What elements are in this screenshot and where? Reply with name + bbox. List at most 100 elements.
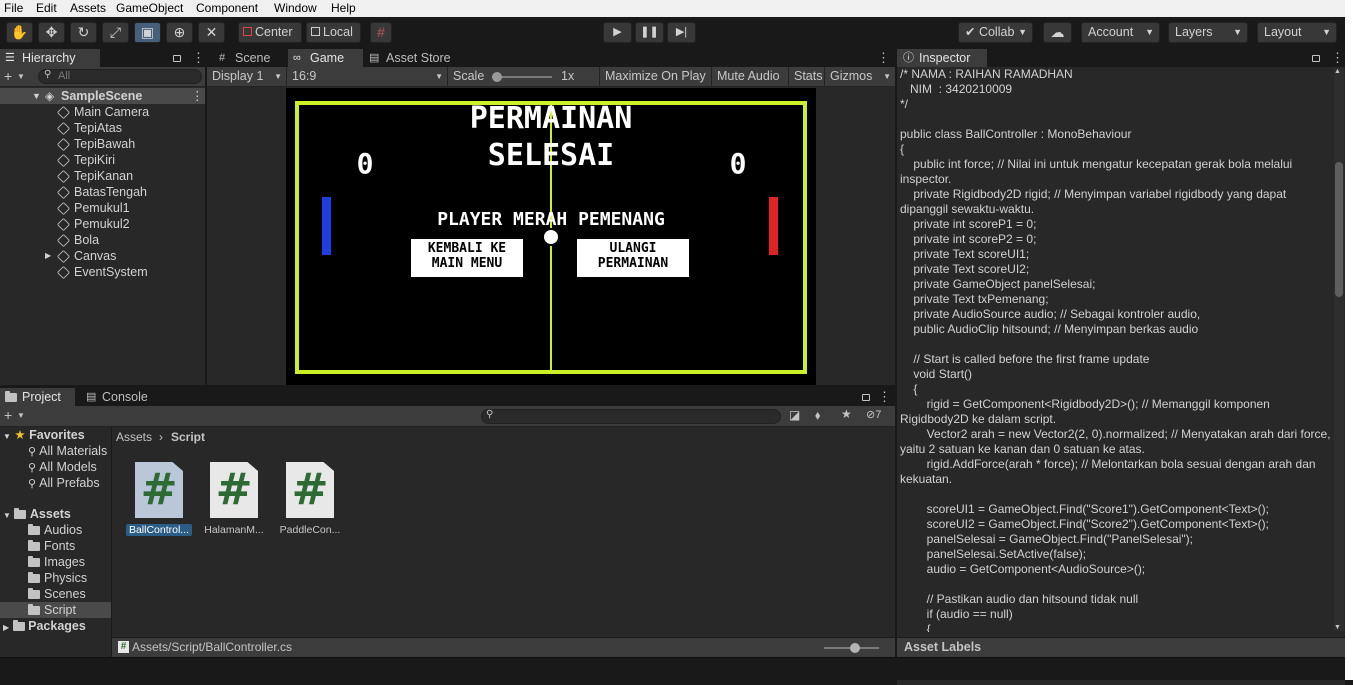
hierarchy-item-bola[interactable]: Bola xyxy=(0,232,205,248)
hierarchy-item-tepibawah[interactable]: TepiBawah xyxy=(0,136,205,152)
gizmos-dropdown[interactable]: Gizmos ▼ xyxy=(825,67,895,86)
star-icon[interactable]: ★ xyxy=(841,407,852,421)
more-icon[interactable]: ⋮ xyxy=(191,88,204,104)
breadcrumb-script[interactable]: Script xyxy=(171,430,205,444)
inspector-scrollbar[interactable]: ▲ ▼ xyxy=(1334,68,1344,631)
scrollbar-thumb[interactable] xyxy=(1335,162,1343,297)
hierarchy-item-tepikiri[interactable]: TepiKiri xyxy=(0,152,205,168)
menu-edit[interactable]: Edit xyxy=(36,1,57,15)
menu-window[interactable]: Window xyxy=(274,1,317,15)
tab-scene[interactable]: # Scene xyxy=(213,49,287,67)
hand-tool-button[interactable]: ✋ xyxy=(6,22,33,43)
display-dropdown[interactable]: Display 1 ▼ xyxy=(207,67,287,86)
hierarchy-item-canvas[interactable]: ▶ Canvas xyxy=(0,248,205,264)
menu-help[interactable]: Help xyxy=(331,1,356,15)
tab-game[interactable]: ∞ Game xyxy=(288,49,363,67)
filter-by-label-icon[interactable]: ⬧ xyxy=(815,408,820,423)
rect-tool-button[interactable]: ▣ xyxy=(134,22,161,43)
menu-component[interactable]: Component xyxy=(196,1,258,15)
tab-asset-store[interactable]: ▤ Asset Store xyxy=(364,49,464,67)
folder-fonts[interactable]: Fonts xyxy=(0,538,111,554)
move-tool-button[interactable]: ✥ xyxy=(38,22,65,43)
hierarchy-search-input[interactable]: ⚲ All xyxy=(38,69,202,84)
hierarchy-item-eventsystem[interactable]: EventSystem xyxy=(0,264,205,280)
folder-audios[interactable]: Audios xyxy=(0,522,111,538)
aspect-dropdown[interactable]: 16:9 ▼ xyxy=(287,67,448,86)
more-icon[interactable]: ⋮ xyxy=(192,51,205,64)
file-halaman-menu[interactable]: # HalamanM... xyxy=(201,462,267,536)
layers-dropdown[interactable]: Layers ▼ xyxy=(1168,22,1248,43)
packages-header[interactable]: ▶ Packages xyxy=(3,618,86,634)
hierarchy-item-pemukul1[interactable]: Pemukul1 xyxy=(0,200,205,216)
assets-header[interactable]: ▼ Assets xyxy=(3,506,71,522)
favorites-header[interactable]: ▼ ★ Favorites xyxy=(3,427,85,443)
folder-images[interactable]: Images xyxy=(0,554,111,570)
rotate-tool-button[interactable]: ↻ xyxy=(70,22,97,43)
tab-console-label: Console xyxy=(102,390,148,404)
more-icon[interactable]: ⋮ xyxy=(1331,51,1344,64)
chevron-right-icon[interactable]: ▶ xyxy=(45,248,51,264)
menu-file[interactable]: File xyxy=(4,1,23,15)
folder-script[interactable]: Script xyxy=(0,602,111,618)
hierarchy-item-main-camera[interactable]: Main Camera xyxy=(0,104,205,120)
more-icon[interactable]: ⋮ xyxy=(877,51,890,64)
chevron-down-icon[interactable]: ▼ xyxy=(17,72,25,81)
back-to-main-menu-button[interactable]: KEMBALI KE MAIN MENU xyxy=(411,239,523,277)
tab-console[interactable]: ▤ Console xyxy=(80,388,160,406)
step-button[interactable]: ▶| xyxy=(667,22,696,43)
add-icon[interactable]: + xyxy=(4,68,12,84)
scale-tool-button[interactable]: ⤢ xyxy=(102,22,129,43)
project-search-input[interactable]: ⚲ xyxy=(481,409,781,424)
hierarchy-item-batastengah[interactable]: BatasTengah xyxy=(0,184,205,200)
filter-by-type-icon[interactable]: ◪ xyxy=(789,408,800,422)
chevron-down-icon[interactable]: ▼ xyxy=(17,411,25,420)
file-ball-controller[interactable]: # BallControl... xyxy=(126,462,192,536)
winner-text: PLAYER MERAH PEMENANG xyxy=(437,209,665,230)
hierarchy-item-tepikanan[interactable]: TepiKanan xyxy=(0,168,205,184)
add-icon[interactable]: + xyxy=(4,407,12,423)
maximize-toggle[interactable]: Maximize On Play xyxy=(600,67,712,86)
pause-button[interactable]: ❚❚ xyxy=(635,22,664,43)
pivot-local-button[interactable]: Local xyxy=(306,22,361,43)
grid-snap-button[interactable]: # xyxy=(370,22,392,43)
scene-row[interactable]: ▼ ◈ SampleScene ⋮ xyxy=(0,88,205,104)
layout-dropdown[interactable]: Layout ▼ xyxy=(1257,22,1337,43)
asset-labels-header[interactable]: Asset Labels xyxy=(897,637,1345,657)
breadcrumb-assets[interactable]: Assets xyxy=(116,430,152,444)
tab-inspector[interactable]: ⓘ Inspector xyxy=(897,49,987,67)
lock-icon[interactable] xyxy=(173,55,181,62)
scale-slider-handle[interactable] xyxy=(492,72,502,82)
mute-audio-toggle[interactable]: Mute Audio xyxy=(712,67,789,86)
hierarchy-item-tepiatas[interactable]: TepiAtas xyxy=(0,120,205,136)
more-icon[interactable]: ⋮ xyxy=(878,390,891,403)
account-dropdown[interactable]: Account ▼ xyxy=(1081,22,1160,43)
chevron-down-icon[interactable]: ▼ xyxy=(1334,624,1341,631)
menu-assets[interactable]: Assets xyxy=(70,1,106,15)
folder-scenes[interactable]: Scenes xyxy=(0,586,111,602)
lock-icon[interactable] xyxy=(862,394,870,401)
lock-icon[interactable] xyxy=(1312,55,1320,62)
tab-hierarchy[interactable]: ☰ Hierarchy xyxy=(0,49,100,67)
favorite-all-prefabs[interactable]: ⚲ All Prefabs xyxy=(28,475,100,491)
game-viewport[interactable]: PERMAINAN SELESAI 0 0 PLAYER MERAH PEMEN… xyxy=(286,88,816,385)
play-button[interactable]: ▶ xyxy=(603,22,632,43)
favorite-all-materials[interactable]: ⚲ All Materials xyxy=(28,443,107,459)
transform-tool-button[interactable]: ⊕ xyxy=(166,22,193,43)
file-paddle-controller[interactable]: # PaddleCon... xyxy=(277,462,343,536)
folder-physics[interactable]: Physics xyxy=(0,570,111,586)
tab-project[interactable]: Project xyxy=(0,388,75,406)
hierarchy-item-pemukul2[interactable]: Pemukul2 xyxy=(0,216,205,232)
retry-button[interactable]: ULANGI PERMAINAN xyxy=(577,239,689,277)
cloud-button[interactable]: ☁ xyxy=(1043,22,1072,43)
collab-dropdown[interactable]: ✔ Collab ▼ xyxy=(958,22,1033,43)
project-splitter[interactable] xyxy=(111,427,112,657)
favorite-all-models[interactable]: ⚲ All Models xyxy=(28,459,97,475)
hidden-packages-toggle[interactable]: ⊘7 xyxy=(866,408,881,421)
custom-tool-button[interactable]: ✕ xyxy=(198,22,225,43)
chevron-down-icon[interactable]: ▼ xyxy=(32,88,41,104)
icon-size-slider-handle[interactable] xyxy=(850,643,860,653)
chevron-up-icon[interactable]: ▲ xyxy=(1334,68,1341,75)
menu-gameobject[interactable]: GameObject xyxy=(116,1,183,15)
pivot-center-button[interactable]: Center xyxy=(238,22,302,43)
stats-toggle[interactable]: Stats xyxy=(789,67,825,86)
